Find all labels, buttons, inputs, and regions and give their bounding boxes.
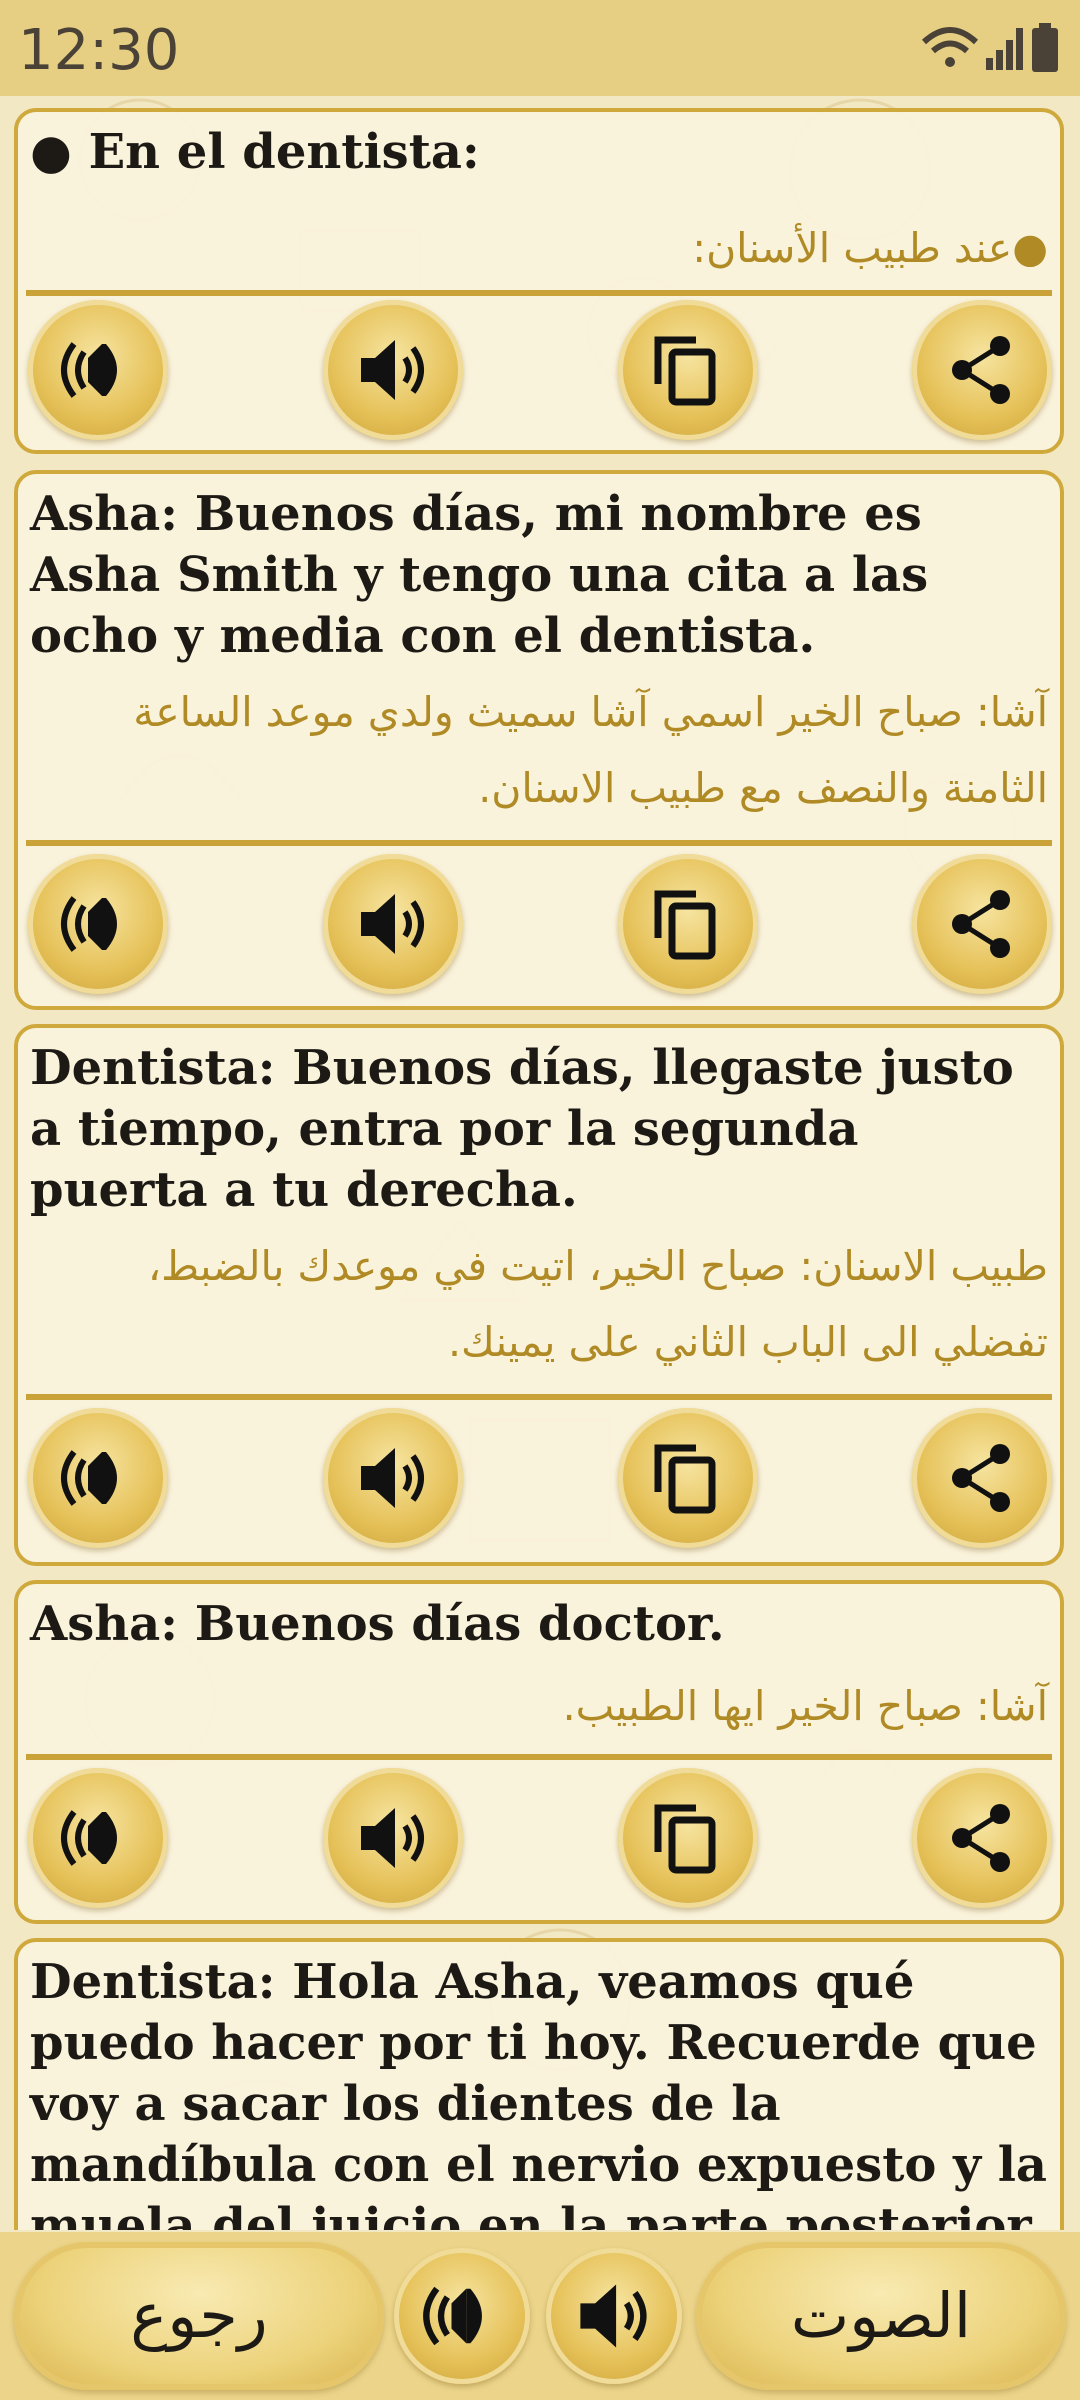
copy-icon [654, 1804, 716, 1874]
arabic-text: آشا: صباح الخير ايها الطبيب. [562, 1682, 1048, 1730]
slow-speaker-icon [423, 2286, 482, 2346]
phrase-card: Dentista: Buenos días, llegaste justo a … [14, 1024, 1064, 1566]
phrase-card: Asha: Buenos días, mi nombre es Asha Smi… [14, 470, 1064, 1010]
phrase-card: Dentista: Hola Asha, veamos qué puedo ha… [14, 1938, 1064, 2230]
speaker-icon [361, 894, 424, 954]
spanish-text: Dentista: Buenos días, llegaste justo a … [30, 1040, 1014, 1218]
divider [26, 1394, 1052, 1400]
share-button[interactable] [912, 300, 1052, 440]
copy-icon [654, 1444, 716, 1514]
slow-play-button[interactable] [28, 1768, 168, 1908]
phrase-card: Asha: Buenos días doctor. آشا: صباح الخي… [14, 1580, 1064, 1924]
bottom-bar: رجوع الصوت [0, 2232, 1080, 2400]
wifi-icon [921, 27, 979, 67]
spanish-text: Asha: Buenos días, mi nombre es Asha Smi… [30, 486, 929, 664]
play-button[interactable] [323, 1408, 463, 1548]
status-bar: 12:30 [0, 0, 1080, 96]
speaker-icon [580, 2284, 647, 2348]
speaker-icon [361, 340, 424, 400]
share-button[interactable] [912, 854, 1052, 994]
share-icon [952, 1804, 1010, 1872]
share-icon [952, 1444, 1010, 1512]
spanish-text: Asha: Buenos días doctor. [30, 1596, 725, 1652]
status-icons [921, 23, 1058, 72]
play-all-button[interactable] [546, 2248, 682, 2384]
status-time: 12:30 [18, 18, 180, 83]
play-button[interactable] [323, 300, 463, 440]
arabic-text: ●عند طبيب الأسنان: [692, 224, 1048, 272]
slow-play-all-button[interactable] [394, 2248, 530, 2384]
back-button[interactable]: رجوع [14, 2242, 384, 2390]
sound-button[interactable]: الصوت [696, 2242, 1066, 2390]
slow-speaker-icon [61, 896, 117, 952]
phrase-card: ● En el dentista: ●عند طبيب الأسنان: [14, 108, 1064, 454]
speaker-icon [361, 1448, 424, 1508]
divider [26, 290, 1052, 296]
share-icon [952, 890, 1010, 958]
signal-icon [986, 28, 1023, 70]
copy-button[interactable] [618, 854, 758, 994]
share-button[interactable] [912, 1408, 1052, 1548]
arabic-text: طبيب الاسنان: صباح الخير، اتيت في موعدك … [147, 1242, 1048, 1366]
copy-button[interactable] [618, 1408, 758, 1548]
divider [26, 840, 1052, 846]
battery-icon [1032, 23, 1058, 72]
play-button[interactable] [323, 1768, 463, 1908]
copy-button[interactable] [618, 1768, 758, 1908]
spanish-text: Dentista: Hola Asha, veamos qué puedo ha… [30, 1954, 1048, 2230]
copy-icon [654, 890, 716, 960]
slow-play-button[interactable] [28, 854, 168, 994]
share-icon [952, 336, 1010, 404]
play-button[interactable] [323, 854, 463, 994]
copy-icon [654, 336, 716, 406]
divider [26, 1754, 1052, 1760]
slow-speaker-icon [61, 1450, 117, 1506]
spanish-text: ● En el dentista: [30, 124, 480, 180]
slow-play-button[interactable] [28, 300, 168, 440]
share-button[interactable] [912, 1768, 1052, 1908]
copy-button[interactable] [618, 300, 758, 440]
arabic-text: آشا: صباح الخير اسمي آشا سميث ولدي موعد … [133, 688, 1048, 812]
slow-speaker-icon [61, 1810, 117, 1866]
speaker-icon [361, 1808, 424, 1868]
slow-play-button[interactable] [28, 1408, 168, 1548]
phrase-list[interactable]: ● En el dentista: ●عند طبيب الأسنان: Ash… [0, 100, 1080, 2230]
slow-speaker-icon [61, 342, 117, 398]
